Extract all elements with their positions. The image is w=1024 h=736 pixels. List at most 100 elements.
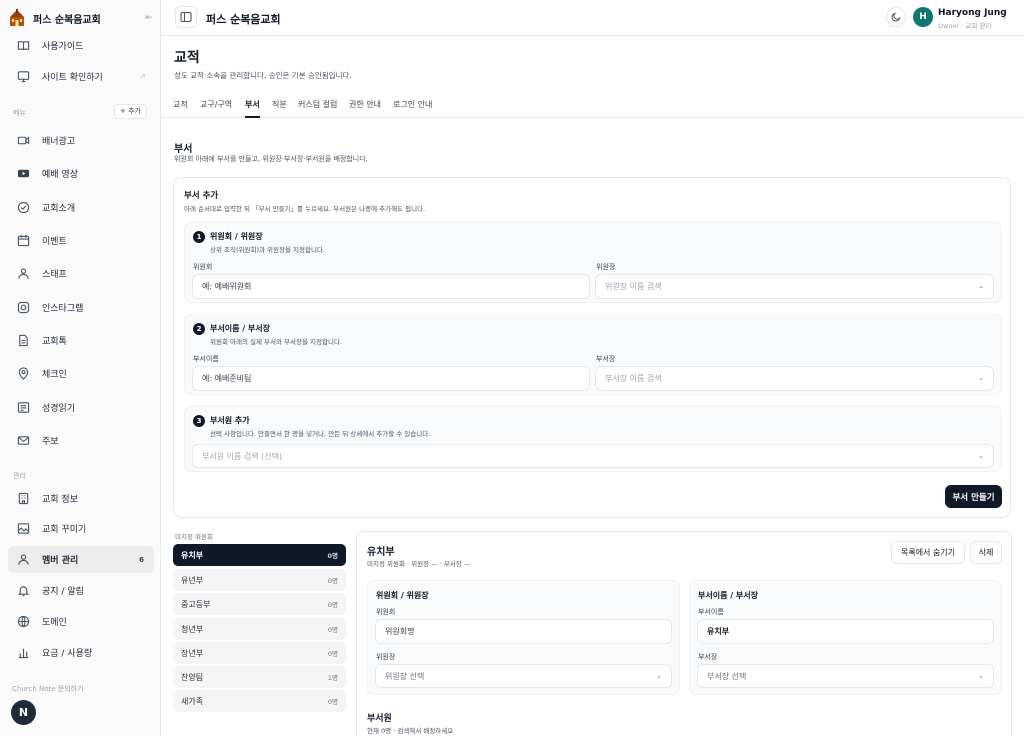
tab-district[interactable]: 교구/구역 xyxy=(200,99,232,116)
sidebar-item-checkin[interactable]: 체크인 xyxy=(8,360,154,386)
dept-count: 1명 xyxy=(327,674,338,682)
sidebar-item-church-talk[interactable]: 교회톡 xyxy=(8,327,154,353)
sidebar-item-church-intro[interactable]: 교회소개 xyxy=(8,194,154,220)
department-head-select[interactable]: 부서장 이름 검색 ⌄ xyxy=(595,366,994,391)
hide-from-list-button[interactable]: 목록에서 숨기기 xyxy=(891,541,965,564)
sidebar-item-notice[interactable]: 공지 / 알림 xyxy=(8,577,154,603)
calendar-icon xyxy=(17,234,30,247)
committee-value: 위원회명 xyxy=(385,627,415,636)
bell-icon xyxy=(17,584,30,597)
department-name-input[interactable] xyxy=(192,366,590,391)
collapse-sidebar-icon[interactable]: ⇤ xyxy=(142,11,156,25)
instagram-icon xyxy=(17,301,30,314)
chevron-down-icon: ⌄ xyxy=(978,374,984,382)
step-title: 부서이름 / 부서장 xyxy=(210,324,271,333)
step-description: 위원회 아래의 실제 부서와 부서장을 지정합니다. xyxy=(210,338,342,346)
sidebar-item-label: 사용가이드 xyxy=(42,41,84,52)
chair-label: 위원장 xyxy=(376,653,396,661)
app-avatar[interactable]: N xyxy=(11,700,36,725)
detail-title: 유치부 xyxy=(367,547,395,558)
chair-placeholder: 위원장 이름 검색 xyxy=(605,282,662,291)
add-department-card: 부서 추가 아래 순서대로 입력한 뒤 「부서 만들기」를 누르세요. 부서원은… xyxy=(173,177,1011,518)
sidebar-item-church-info[interactable]: 교회 정보 xyxy=(8,485,154,511)
contact-link[interactable]: Church Note 문의하기 xyxy=(12,684,84,694)
dept-name: 찬양팀 xyxy=(181,672,204,682)
tab-department[interactable]: 부서 xyxy=(245,99,260,118)
image-icon xyxy=(17,522,30,535)
committee-input[interactable] xyxy=(192,274,590,299)
member-search-select[interactable]: 부서원 이름 검색 (선택) ⌄ xyxy=(192,444,994,468)
tab-login-guide[interactable]: 로그인 안내 xyxy=(393,99,432,116)
sidebar-item-label: 요금 / 사용량 xyxy=(42,648,93,659)
add-menu-button[interactable]: + 추가 xyxy=(114,104,147,119)
dept-list-item[interactable]: 장년부 0명 xyxy=(173,642,346,664)
step-number: 2 xyxy=(193,323,205,335)
dept-list-item[interactable]: 유년부 0명 xyxy=(173,569,346,591)
department-subcard: 부서이름 / 부서장 부서이름 유치부 부서장 부서장 선택 ⌄ xyxy=(689,580,1002,695)
department-head-placeholder: 부서장 선택 xyxy=(707,671,747,681)
add-card-title: 부서 추가 xyxy=(184,191,219,201)
department-head-select[interactable]: 부서장 선택 ⌄ xyxy=(697,664,994,688)
dept-list-item[interactable]: 중고등부 0명 xyxy=(173,593,346,615)
page-title: 교적 xyxy=(174,50,200,66)
subcard-title: 위원회 / 위원장 xyxy=(376,591,429,600)
sidebar-item-member-management[interactable]: 멤버 관리 6 xyxy=(8,546,154,573)
sidebar-item-view-site[interactable]: 사이트 확인하기 ↗ xyxy=(8,63,154,89)
dept-list-item[interactable]: 유치부 0명 xyxy=(173,544,346,566)
user-name[interactable]: Haryong Jung xyxy=(938,8,1007,18)
sidebar-item-label: 교회 정보 xyxy=(42,494,78,505)
sidebar-item-church-design[interactable]: 교회 꾸미기 xyxy=(8,515,154,541)
sidebar-item-bulletin[interactable]: 주보 xyxy=(8,427,154,453)
step-number: 3 xyxy=(193,415,205,427)
sidebar-item-events[interactable]: 이벤트 xyxy=(8,227,154,253)
theme-toggle-button[interactable] xyxy=(886,7,906,27)
department-head-placeholder: 부서장 이름 검색 xyxy=(605,374,662,383)
sidebar-item-bible-reading[interactable]: 성경읽기 xyxy=(8,394,154,420)
dept-list-item[interactable]: 새가족 0명 xyxy=(173,690,346,712)
sidebar-item-instagram[interactable]: 인스타그램 xyxy=(8,294,154,320)
committee-label: 위원회 xyxy=(376,608,396,616)
sidebar-item-billing[interactable]: 요금 / 사용량 xyxy=(8,639,154,665)
create-department-button[interactable]: 부서 만들기 xyxy=(945,485,1002,508)
dept-name: 유치부 xyxy=(181,550,204,560)
sidebar-item-worship-video[interactable]: 예배 영상 xyxy=(8,160,154,186)
brand[interactable]: 퍼스 순복음교회 ⇤ xyxy=(8,8,156,28)
step-description: 선택 사항입니다. 만들면서 한 명을 넣거나, 만든 뒤 상세에서 추가할 수… xyxy=(210,430,431,438)
user-group-icon xyxy=(17,553,30,566)
chair-select[interactable]: 위원장 선택 ⌄ xyxy=(375,664,672,688)
chevron-down-icon[interactable]: ⌄ xyxy=(1001,12,1008,21)
department-name-field[interactable]: 유치부 xyxy=(697,619,994,644)
header-title: 퍼스 순복음교회 xyxy=(206,13,281,26)
toggle-sidebar-button[interactable] xyxy=(175,6,197,28)
sidebar-item-label: 교회 꾸미기 xyxy=(42,524,87,535)
globe-icon xyxy=(17,615,30,628)
page-description: 성도 교적·소속을 관리합니다. 승인은 기본 승인됨입니다. xyxy=(174,71,352,80)
sidebar-item-banner[interactable]: 배너광고 xyxy=(8,127,154,153)
tab-custom-column[interactable]: 커스텀 컬럼 xyxy=(298,99,337,116)
sidebar-item-guide[interactable]: 사용가이드 xyxy=(8,32,154,58)
check-badge-icon xyxy=(17,201,30,214)
tab-bar: 교적 교구/구역 부서 직분 커스텀 컬럼 권한 안내 로그인 안내 xyxy=(161,95,1024,118)
chair-select[interactable]: 위원장 이름 검색 ⌄ xyxy=(595,274,994,299)
member-count-badge: 6 xyxy=(139,555,144,564)
members-meta: 현재 0명 · 검색해서 배정하세요 xyxy=(367,727,454,735)
sidebar-item-label: 주보 xyxy=(42,436,59,447)
dept-count: 0명 xyxy=(327,577,338,585)
dept-list-item[interactable]: 찬양팀 1명 xyxy=(173,666,346,688)
tab-roster[interactable]: 교적 xyxy=(173,99,188,116)
committee-field[interactable]: 위원회명 xyxy=(375,619,672,644)
dept-list-item[interactable]: 청년부 0명 xyxy=(173,618,346,640)
external-link-icon: ↗ xyxy=(139,71,146,81)
tab-position[interactable]: 직분 xyxy=(272,99,287,116)
department-head-label: 부서장 xyxy=(698,653,718,661)
member-search-placeholder: 부서원 이름 검색 (선택) xyxy=(202,451,283,461)
sidebar-item-staff[interactable]: 스태프 xyxy=(8,260,154,286)
dept-name: 중고등부 xyxy=(181,599,211,609)
step-members: 3 부서원 추가 선택 사항입니다. 만들면서 한 명을 넣거나, 만든 뒤 상… xyxy=(184,406,1002,472)
sidebar-item-domain[interactable]: 도메인 xyxy=(8,608,154,634)
newspaper-icon xyxy=(17,401,30,414)
user-avatar[interactable]: H xyxy=(913,7,933,27)
delete-button[interactable]: 삭제 xyxy=(970,541,1002,564)
tab-permission-guide[interactable]: 권한 안내 xyxy=(349,99,381,116)
sidebar-panel-icon xyxy=(180,11,192,23)
